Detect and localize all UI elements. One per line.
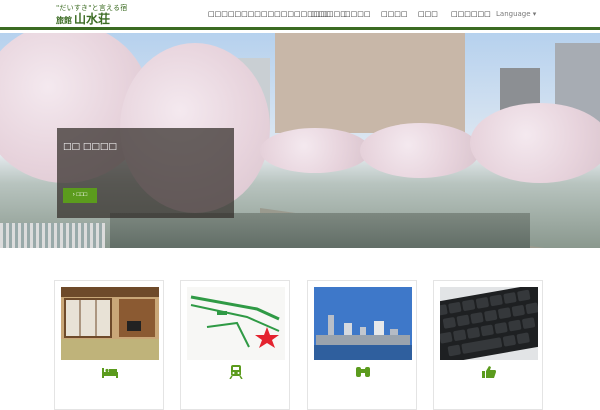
- logo-small-text: 旅館: [56, 16, 72, 25]
- hero-more-button[interactable]: › □□□: [63, 188, 97, 203]
- site-logo[interactable]: "だいすき"と言える宿 旅館 山水荘: [56, 4, 127, 28]
- thumbs-up-icon: [482, 366, 496, 378]
- river: [110, 213, 530, 248]
- hero-title: □□ □□□□: [63, 142, 117, 152]
- logo-name: 旅館 山水荘: [56, 12, 127, 28]
- feature-card-access[interactable]: [180, 280, 290, 410]
- feature-cards: [0, 248, 600, 410]
- logo-tagline: "だいすき"と言える宿: [56, 4, 128, 12]
- room-image: [61, 287, 159, 360]
- nav-item-5[interactable]: □□□: [418, 10, 438, 19]
- site-header: "だいすき"と言える宿 旅館 山水荘 □□□□□□□□□□□□□□□□□□□□□ …: [0, 0, 600, 30]
- nav-item-2[interactable]: □□□: [311, 10, 331, 19]
- language-dropdown[interactable]: Language ▾: [496, 10, 536, 19]
- railing: [0, 223, 105, 248]
- train-icon: [229, 365, 243, 379]
- feature-card-room[interactable]: [54, 280, 164, 410]
- keyboard-image: [440, 287, 538, 360]
- nav-item-4[interactable]: □□□□: [381, 10, 407, 19]
- bed-icon: [102, 368, 118, 378]
- feature-card-sightseeing[interactable]: [307, 280, 417, 410]
- hero-building: [275, 33, 465, 133]
- hero-banner: □□ □□□□ › □□□: [0, 33, 600, 248]
- map-image: [187, 287, 285, 360]
- cherry-tree: [360, 123, 480, 178]
- nav-item-6[interactable]: □□□□□□: [451, 10, 491, 19]
- cherry-tree: [260, 128, 370, 173]
- binoculars-icon: [356, 367, 370, 377]
- hero-caption-box: □□ □□□□ › □□□: [57, 128, 234, 218]
- nav-item-3[interactable]: □□□□: [344, 10, 370, 19]
- feature-card-contact[interactable]: [433, 280, 543, 410]
- cherry-tree: [470, 103, 600, 183]
- cityscape-image: [314, 287, 412, 360]
- logo-main-text: 山水荘: [74, 12, 111, 26]
